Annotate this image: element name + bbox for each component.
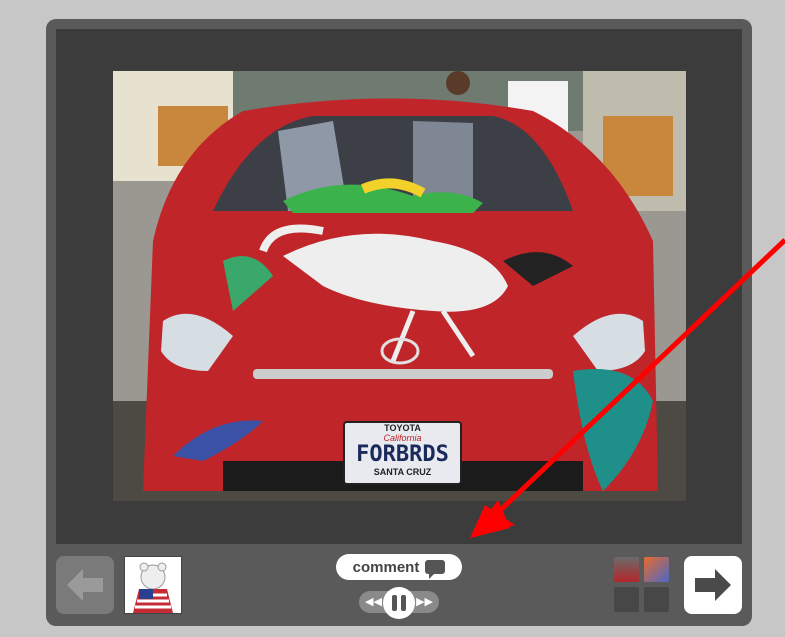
next-button[interactable] (684, 556, 742, 614)
thumbnail-empty-2[interactable] (644, 587, 669, 612)
current-thumbnail[interactable] (124, 556, 182, 614)
control-bar: comment ◀◀ ▶▶ (46, 547, 752, 626)
playback-controls: ◀◀ ▶▶ (359, 587, 439, 619)
pause-bar-right (401, 595, 406, 611)
thumbnail-art[interactable] (644, 557, 669, 582)
thumbnail-empty-1[interactable] (614, 587, 639, 612)
photo-stage: TOYOTA California FORBRDS SANTA CRUZ (56, 29, 742, 544)
pause-icon (392, 595, 397, 611)
plate-bottom: SANTA CRUZ (373, 467, 432, 477)
arrow-right-icon (695, 569, 731, 601)
plate-main: FORBRDS (356, 442, 449, 467)
arrow-left-icon (67, 569, 103, 601)
main-photo[interactable]: TOYOTA California FORBRDS SANTA CRUZ (113, 71, 686, 501)
previous-button[interactable] (56, 556, 114, 614)
thumbnail-car[interactable] (614, 557, 639, 582)
license-plate: TOYOTA California FORBRDS SANTA CRUZ (343, 421, 462, 485)
fast-forward-icon[interactable]: ▶▶ (416, 597, 433, 608)
bear-flag-thumbnail-image (125, 557, 181, 613)
comment-label: comment (352, 558, 420, 576)
speech-bubble-icon (425, 560, 446, 579)
slideshow-viewer: TOYOTA California FORBRDS SANTA CRUZ com… (46, 19, 752, 626)
rewind-icon[interactable]: ◀◀ (365, 597, 382, 608)
thumbnail-grid (614, 557, 670, 613)
pause-button[interactable] (383, 587, 415, 619)
comment-button[interactable]: comment (336, 554, 462, 580)
